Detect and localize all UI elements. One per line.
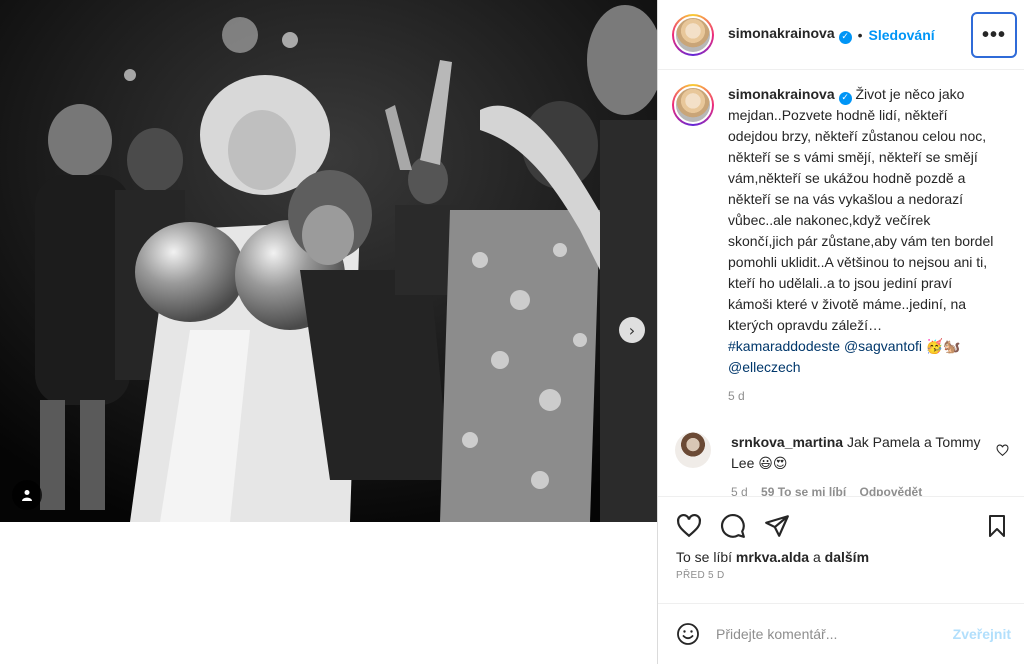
post-timestamp: PŘED 5 D [676,570,725,581]
emoji-icon[interactable] [676,622,700,646]
follow-button[interactable]: Sledování [869,27,935,43]
more-options-button[interactable]: ••• [971,12,1017,58]
next-photo-button[interactable]: › [619,317,645,343]
author-username[interactable]: simonakrainova ✓ [728,25,852,44]
verified-badge-icon: ✓ [838,92,852,105]
caption-text: Život je něco jako mejdan..Pozvete hodně… [728,86,994,333]
post-comment-button[interactable]: Zveřejnit [953,626,1011,642]
comment-icon[interactable] [720,513,746,539]
liked-by-others[interactable]: dalším [825,549,869,565]
caption-username[interactable]: simonakrainova ✓ [728,86,852,105]
comment-age: 5 d [731,485,748,496]
comments-section: simonakrainova ✓ Život je něco jako mejda… [658,70,1024,496]
share-icon[interactable] [764,513,790,539]
verified-badge-icon: ✓ [838,30,852,44]
post-caption: simonakrainova ✓ Život je něco jako mejda… [672,84,1017,407]
blank-area [0,522,657,664]
username-text[interactable]: simonakrainova [728,25,835,41]
post-media[interactable]: › [0,0,657,522]
caption-age: 5 d [728,389,745,403]
chevron-right-icon: › [628,320,636,340]
heart-icon[interactable] [996,444,1009,457]
comment-item: srnkova_martina Jak Pamela a Tommy Lee 😃… [672,432,1017,496]
add-comment-bar: Zveřejnit [658,603,1024,664]
heart-icon[interactable] [676,513,702,539]
post-header: simonakrainova ✓ • Sledování ••• [658,0,1024,70]
avatar[interactable] [672,13,714,56]
liked-by-user[interactable]: mrkva.alda [736,549,809,565]
caption-hashtags[interactable]: #kamaraddodeste @sagvantofi 🥳🐿️ @ellecze… [728,336,998,378]
tagged-users-button[interactable] [12,480,42,510]
user-tag-icon [22,490,32,501]
more-icon: ••• [981,23,1006,46]
reply-button[interactable]: Odpovědět [860,485,923,496]
comment-username[interactable]: srnkova_martina [731,434,843,450]
post-sidebar: simonakrainova ✓ • Sledování ••• simonakr… [657,0,1024,664]
comment-input[interactable] [716,626,953,642]
comment-likes[interactable]: 59 To se mi líbí [761,485,846,496]
avatar[interactable] [675,432,711,468]
separator-dot: • [857,26,863,43]
likes-summary[interactable]: To se líbí mrkva.alda a dalším [676,549,869,565]
post-actions: To se líbí mrkva.alda a dalším PŘED 5 D [658,496,1024,612]
bookmark-icon[interactable] [985,513,1009,539]
avatar[interactable] [672,84,714,126]
party-photo [0,0,657,522]
